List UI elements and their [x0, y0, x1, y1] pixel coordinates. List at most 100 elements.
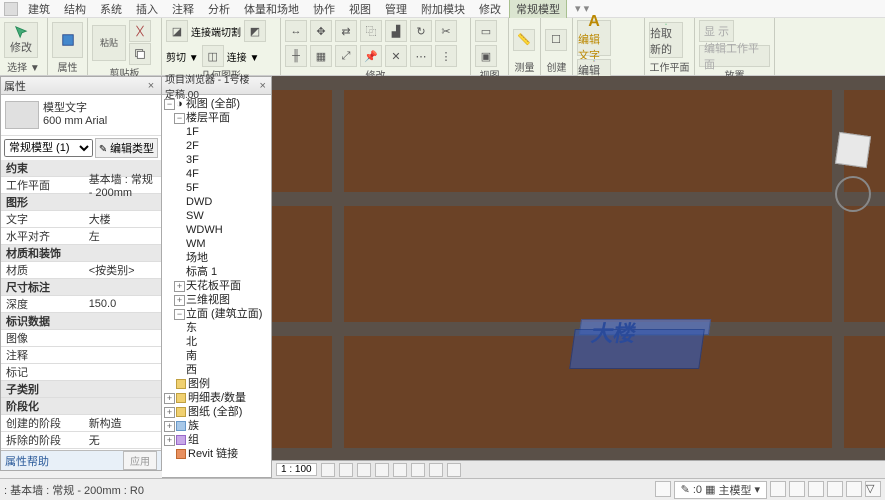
prop-group[interactable]: 尺寸标注: [4, 279, 89, 295]
tree-root[interactable]: −◑ 视图 (全部): [162, 97, 271, 111]
tree-leaf[interactable]: SW: [162, 209, 271, 223]
detail-level-icon[interactable]: [321, 463, 335, 477]
array-button[interactable]: ▦: [310, 45, 332, 67]
tool-button[interactable]: ⋮: [435, 45, 457, 67]
tree-leaf[interactable]: 北: [162, 335, 271, 349]
tree-leaf[interactable]: 西: [162, 363, 271, 377]
type-selector-head[interactable]: 模型文字 600 mm Arial: [1, 95, 161, 136]
tree-node-legends[interactable]: +图例: [162, 377, 271, 391]
viewport-3d[interactable]: 大楼 1 : 100: [272, 76, 885, 478]
prop-group[interactable]: 图形: [4, 194, 89, 210]
menu-item[interactable]: 系统: [94, 0, 128, 18]
view-button[interactable]: ▭: [475, 20, 497, 42]
tree-node-3d[interactable]: +三维视图: [162, 293, 271, 307]
prop-value[interactable]: 左: [89, 228, 158, 244]
tree-leaf[interactable]: WDWH: [162, 223, 271, 237]
menu-item[interactable]: 附加模块: [415, 0, 471, 18]
prop-value[interactable]: 150.0: [89, 298, 158, 310]
tree-leaf[interactable]: 4F: [162, 167, 271, 181]
tree-leaf[interactable]: 3F: [162, 153, 271, 167]
app-menu-icon[interactable]: [4, 2, 18, 16]
apply-button[interactable]: 应用: [123, 451, 157, 470]
reveal-icon[interactable]: [447, 463, 461, 477]
copy-mod-button[interactable]: ⿻: [360, 20, 382, 42]
tree-leaf[interactable]: 南: [162, 349, 271, 363]
tree-leaf[interactable]: WM: [162, 237, 271, 251]
properties-button[interactable]: [52, 22, 83, 58]
tool-button[interactable]: ⋯: [410, 45, 432, 67]
tree-node-floorplans[interactable]: −楼层平面: [162, 111, 271, 125]
prop-value[interactable]: 大楼: [89, 211, 158, 227]
close-icon[interactable]: ×: [257, 80, 268, 92]
filter-icon[interactable]: ▽: [865, 481, 881, 497]
pin-button[interactable]: 📌: [360, 45, 382, 67]
show-button[interactable]: 显 示: [699, 20, 734, 42]
properties-help-link[interactable]: 属性帮助: [5, 453, 49, 469]
move-button[interactable]: ✥: [310, 20, 332, 42]
edit-type-button[interactable]: ✎ 编辑类型: [95, 138, 158, 158]
select-links-icon[interactable]: [770, 481, 786, 497]
paste-button[interactable]: 粘贴: [92, 25, 126, 61]
hide-isolate-icon[interactable]: [429, 463, 443, 477]
prop-value[interactable]: 新构造: [89, 415, 158, 431]
viewcube[interactable]: [829, 126, 877, 174]
pick-plane-button[interactable]: 拾取新的: [649, 22, 683, 58]
tree-leaf[interactable]: 5F: [162, 181, 271, 195]
menu-item[interactable]: 结构: [58, 0, 92, 18]
workset-icon[interactable]: [655, 481, 671, 497]
tree-leaf[interactable]: 标高 1: [162, 265, 271, 279]
menu-item[interactable]: 建筑: [22, 0, 56, 18]
tree-node-families[interactable]: +族: [162, 419, 271, 433]
menu-item[interactable]: 体量和场地: [238, 0, 305, 18]
align-button[interactable]: ↔: [285, 20, 307, 42]
menu-item[interactable]: 协作: [307, 0, 341, 18]
selected-model-text[interactable]: 大楼: [572, 311, 712, 371]
menu-item[interactable]: 插入: [130, 0, 164, 18]
copy-button[interactable]: [129, 43, 151, 65]
tree-node-links[interactable]: +Revit 链接: [162, 447, 271, 461]
prop-value[interactable]: 无: [89, 432, 158, 448]
prop-value[interactable]: 基本墙 : 常规 - 200mm: [89, 171, 158, 199]
visual-style-icon[interactable]: [339, 463, 353, 477]
cut-geom-button[interactable]: ◩: [244, 20, 266, 42]
create-button[interactable]: ☐: [545, 29, 567, 51]
modify-button[interactable]: 修改: [4, 22, 38, 58]
prop-group[interactable]: 阶段化: [4, 398, 89, 414]
drag-icon[interactable]: [846, 481, 862, 497]
context-tab[interactable]: 常规模型: [509, 0, 567, 18]
scale-button[interactable]: ⤢: [335, 45, 357, 67]
select-pinned-icon[interactable]: [808, 481, 824, 497]
menu-item[interactable]: 修改: [473, 0, 507, 18]
cope-button[interactable]: ◪: [166, 20, 188, 42]
split-button[interactable]: ╫: [285, 45, 307, 67]
offset-button[interactable]: ⇄: [335, 20, 357, 42]
tree-leaf[interactable]: 2F: [162, 139, 271, 153]
edit-text-button[interactable]: A编辑文字: [577, 20, 611, 56]
tree-node-sheets[interactable]: +图纸 (全部): [162, 405, 271, 419]
nav-wheel-icon[interactable]: [835, 176, 871, 212]
prop-group[interactable]: 子类别: [4, 381, 89, 397]
select-underlay-icon[interactable]: [789, 481, 805, 497]
instance-selector[interactable]: 常规模型 (1): [4, 139, 93, 157]
tree-node-schedules[interactable]: +明细表/数量: [162, 391, 271, 405]
prop-group[interactable]: 材质和装饰: [4, 245, 89, 261]
menu-item[interactable]: 管理: [379, 0, 413, 18]
cut-button[interactable]: [129, 20, 151, 42]
join-button[interactable]: ◫: [202, 45, 224, 67]
crop-icon[interactable]: [393, 463, 407, 477]
prop-group[interactable]: 标识数据: [4, 313, 89, 329]
prop-group[interactable]: 约束: [4, 160, 89, 176]
mirror-button[interactable]: ▟: [385, 20, 407, 42]
tree-leaf[interactable]: 场地: [162, 251, 271, 265]
tree-node-elev[interactable]: −立面 (建筑立面): [162, 307, 271, 321]
shadows-icon[interactable]: [375, 463, 389, 477]
tree-leaf[interactable]: DWD: [162, 195, 271, 209]
design-option-selector[interactable]: ✎ :0 ▦ 主模型 ▾: [674, 481, 767, 499]
tree-node-ceiling[interactable]: +天花板平面: [162, 279, 271, 293]
menu-item[interactable]: 分析: [202, 0, 236, 18]
menu-item[interactable]: 视图: [343, 0, 377, 18]
crop-region-icon[interactable]: [411, 463, 425, 477]
measure-button[interactable]: 📏: [513, 29, 535, 51]
sun-path-icon[interactable]: [357, 463, 371, 477]
scale-selector[interactable]: 1 : 100: [276, 463, 317, 476]
